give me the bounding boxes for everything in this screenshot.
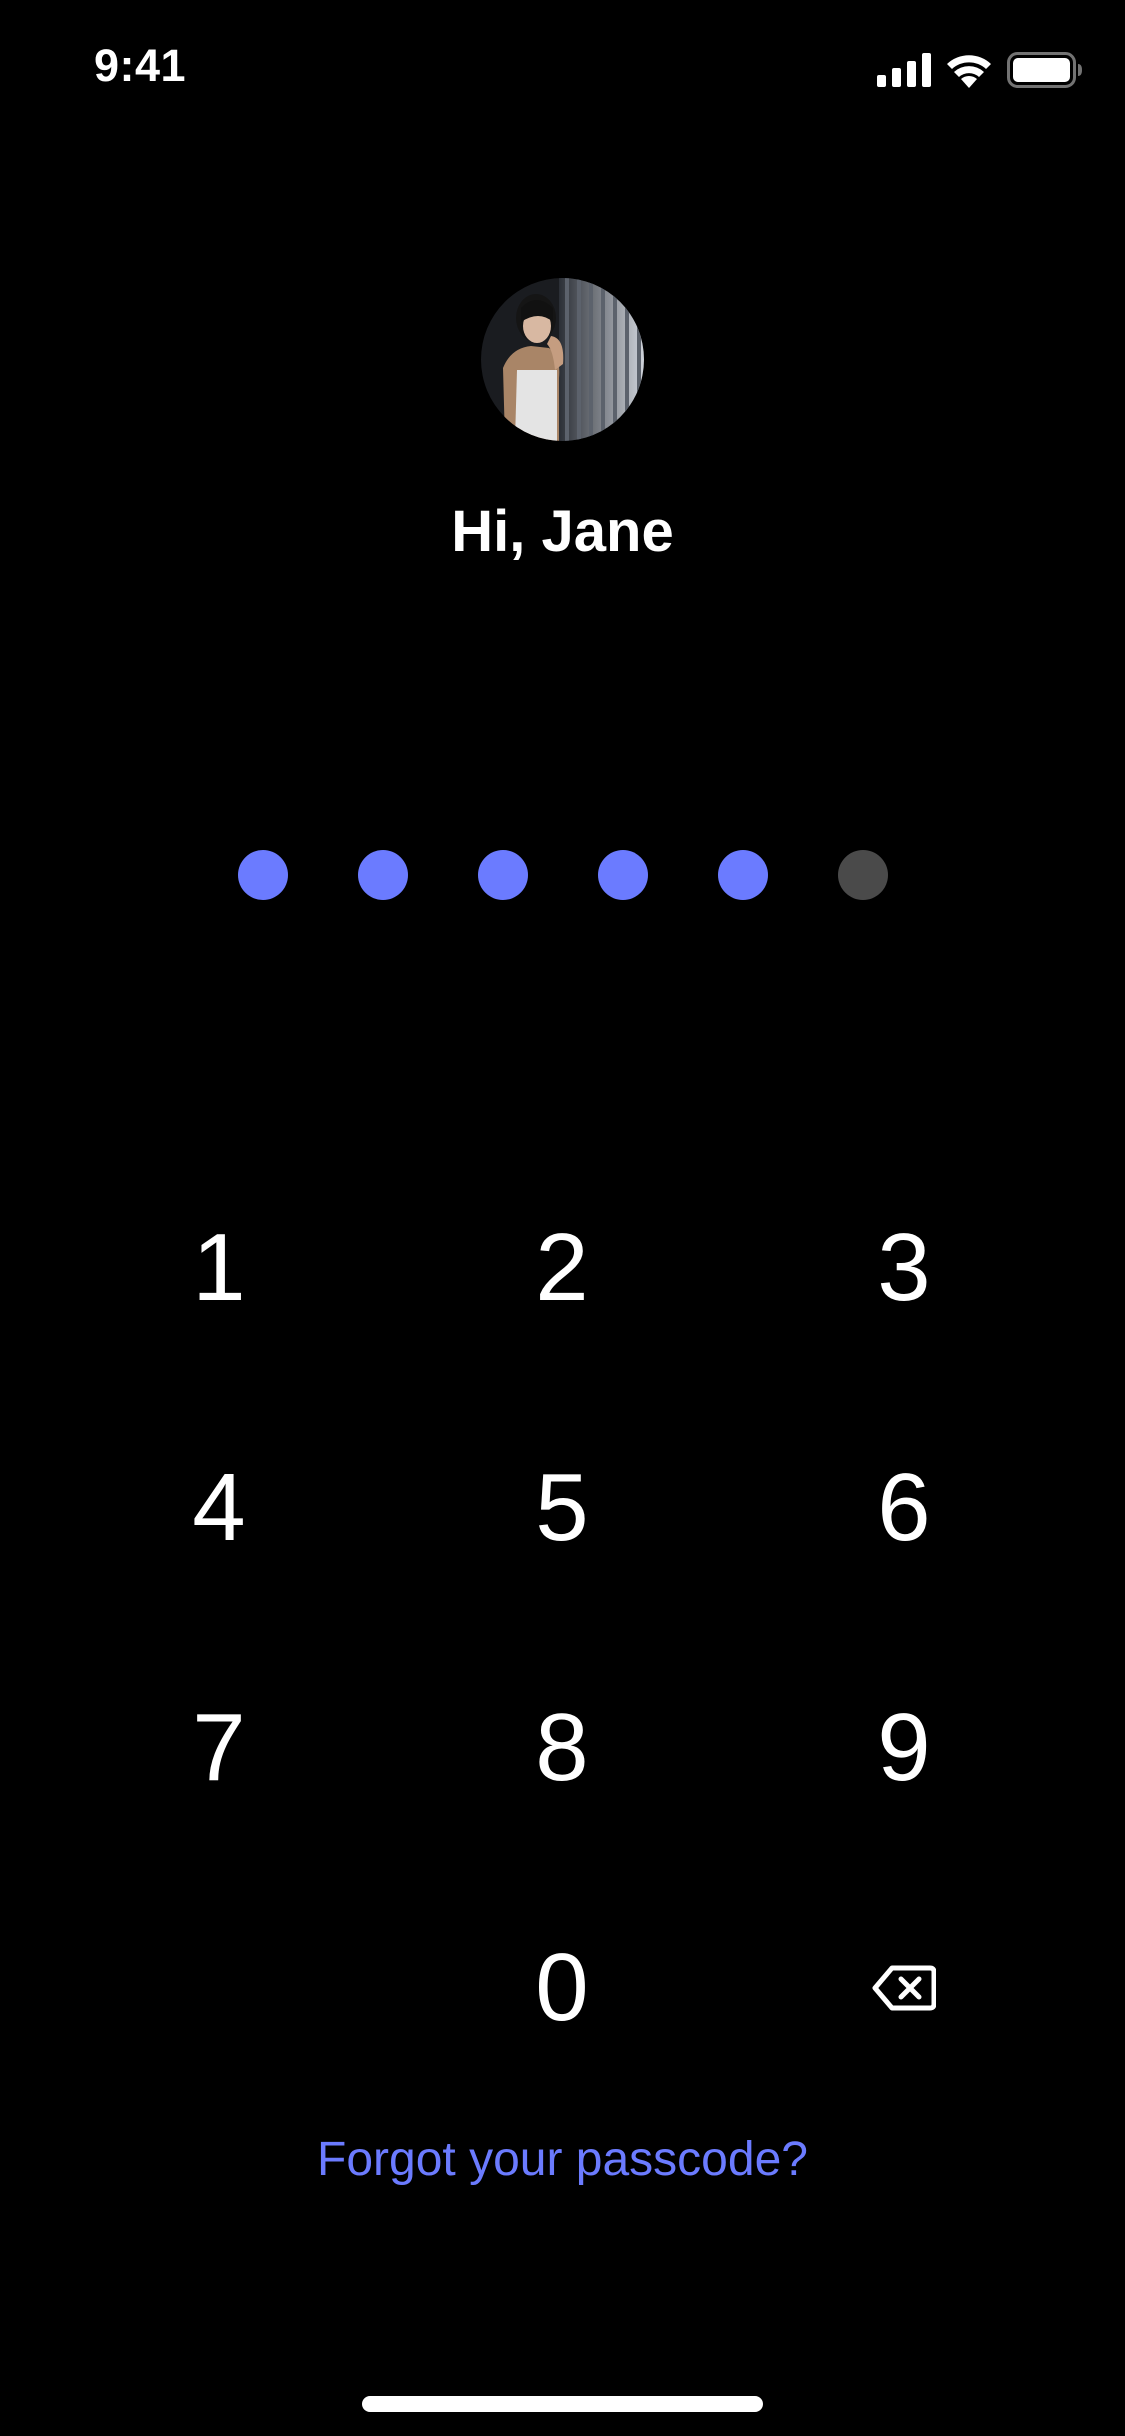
passcode-dot — [478, 850, 528, 900]
key-2[interactable]: 2 — [452, 1188, 672, 1348]
key-1[interactable]: 1 — [109, 1188, 329, 1348]
backspace-icon — [872, 1965, 936, 2011]
passcode-dot — [238, 850, 288, 900]
cellular-signal-icon — [877, 53, 931, 87]
passcode-dot — [718, 850, 768, 900]
key-9[interactable]: 9 — [794, 1668, 1014, 1828]
key-0[interactable]: 0 — [452, 1908, 672, 2068]
avatar-photo — [481, 278, 644, 441]
delete-button[interactable] — [794, 1908, 1014, 2068]
wifi-icon — [947, 55, 991, 88]
battery-icon — [1007, 52, 1082, 88]
passcode-dot — [598, 850, 648, 900]
greeting-title: Hi, Jane — [451, 499, 674, 564]
key-8[interactable]: 8 — [452, 1668, 672, 1828]
passcode-dots — [0, 850, 1125, 900]
key-4[interactable]: 4 — [109, 1428, 329, 1588]
key-5[interactable]: 5 — [452, 1428, 672, 1588]
key-3[interactable]: 3 — [794, 1188, 1014, 1348]
status-time: 9:41 — [94, 40, 187, 91]
status-bar: 9:41 — [0, 0, 1125, 135]
key-7[interactable]: 7 — [109, 1668, 329, 1828]
passcode-dot — [838, 850, 888, 900]
key-6[interactable]: 6 — [794, 1428, 1014, 1588]
home-indicator — [362, 2396, 763, 2412]
forgot-passcode-link[interactable]: Forgot your passcode? — [0, 2132, 1125, 2187]
passcode-dot — [358, 850, 408, 900]
status-icons — [877, 50, 1083, 90]
avatar — [481, 278, 644, 441]
